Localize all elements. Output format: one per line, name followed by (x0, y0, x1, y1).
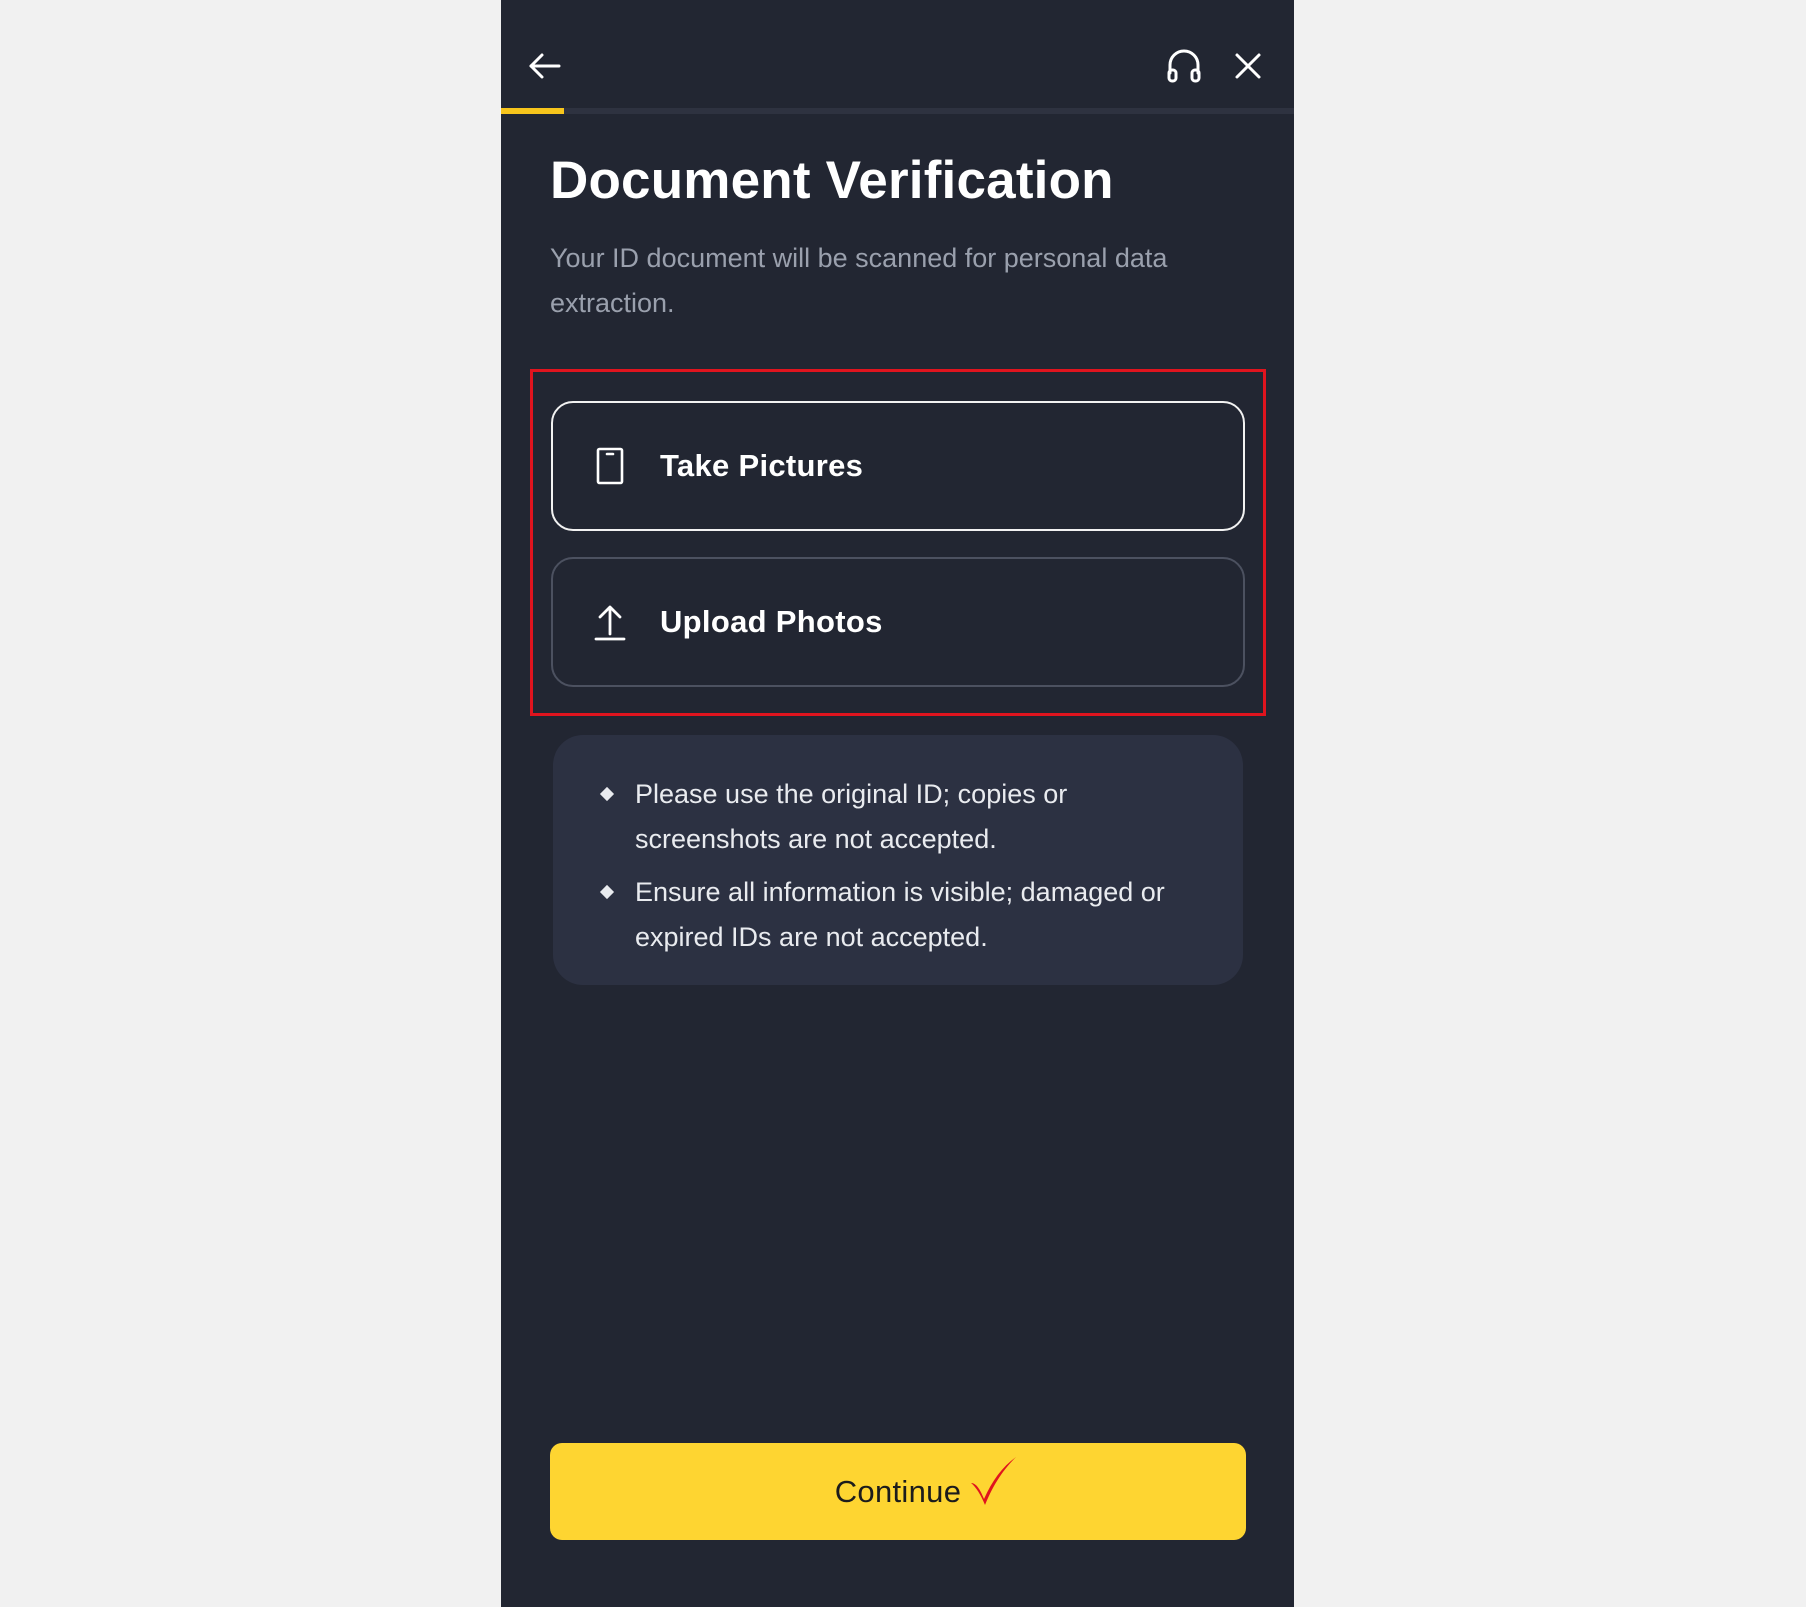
headset-icon (1167, 49, 1201, 83)
close-icon (1235, 53, 1261, 79)
support-button[interactable] (1156, 38, 1212, 94)
continue-label: Continue (834, 1473, 962, 1509)
list-item: Ensure all information is visible; damag… (599, 870, 1203, 960)
arrow-left-icon (529, 53, 561, 79)
requirements-panel: Please use the original ID; copies or sc… (553, 735, 1243, 985)
app-screen: Document Verification Your ID document w… (501, 0, 1294, 1607)
page-subtitle: Your ID document will be scanned for per… (550, 243, 1168, 318)
continue-button[interactable]: Continue (550, 1443, 1246, 1540)
take-pictures-label: Take Pictures (660, 448, 864, 483)
phone-icon (590, 444, 630, 488)
note-text: Please use the original ID; copies or sc… (635, 779, 1068, 854)
diamond-bullet-icon (599, 884, 615, 900)
page-title: Document Verification (550, 151, 1114, 210)
upload-photos-button[interactable]: Upload Photos (551, 557, 1245, 687)
progress-bar (501, 108, 1294, 114)
back-button[interactable] (517, 38, 573, 94)
upload-photos-label: Upload Photos (660, 604, 883, 639)
top-bar (501, 0, 1294, 110)
note-text: Ensure all information is visible; damag… (635, 877, 1165, 952)
checkmark-icon (971, 1457, 1016, 1505)
diamond-bullet-icon (599, 786, 615, 802)
list-item: Please use the original ID; copies or sc… (599, 772, 1203, 862)
progress-bar-fill (501, 108, 565, 114)
take-pictures-button[interactable]: Take Pictures (551, 401, 1245, 531)
upload-icon (590, 600, 630, 644)
close-button[interactable] (1220, 38, 1276, 94)
